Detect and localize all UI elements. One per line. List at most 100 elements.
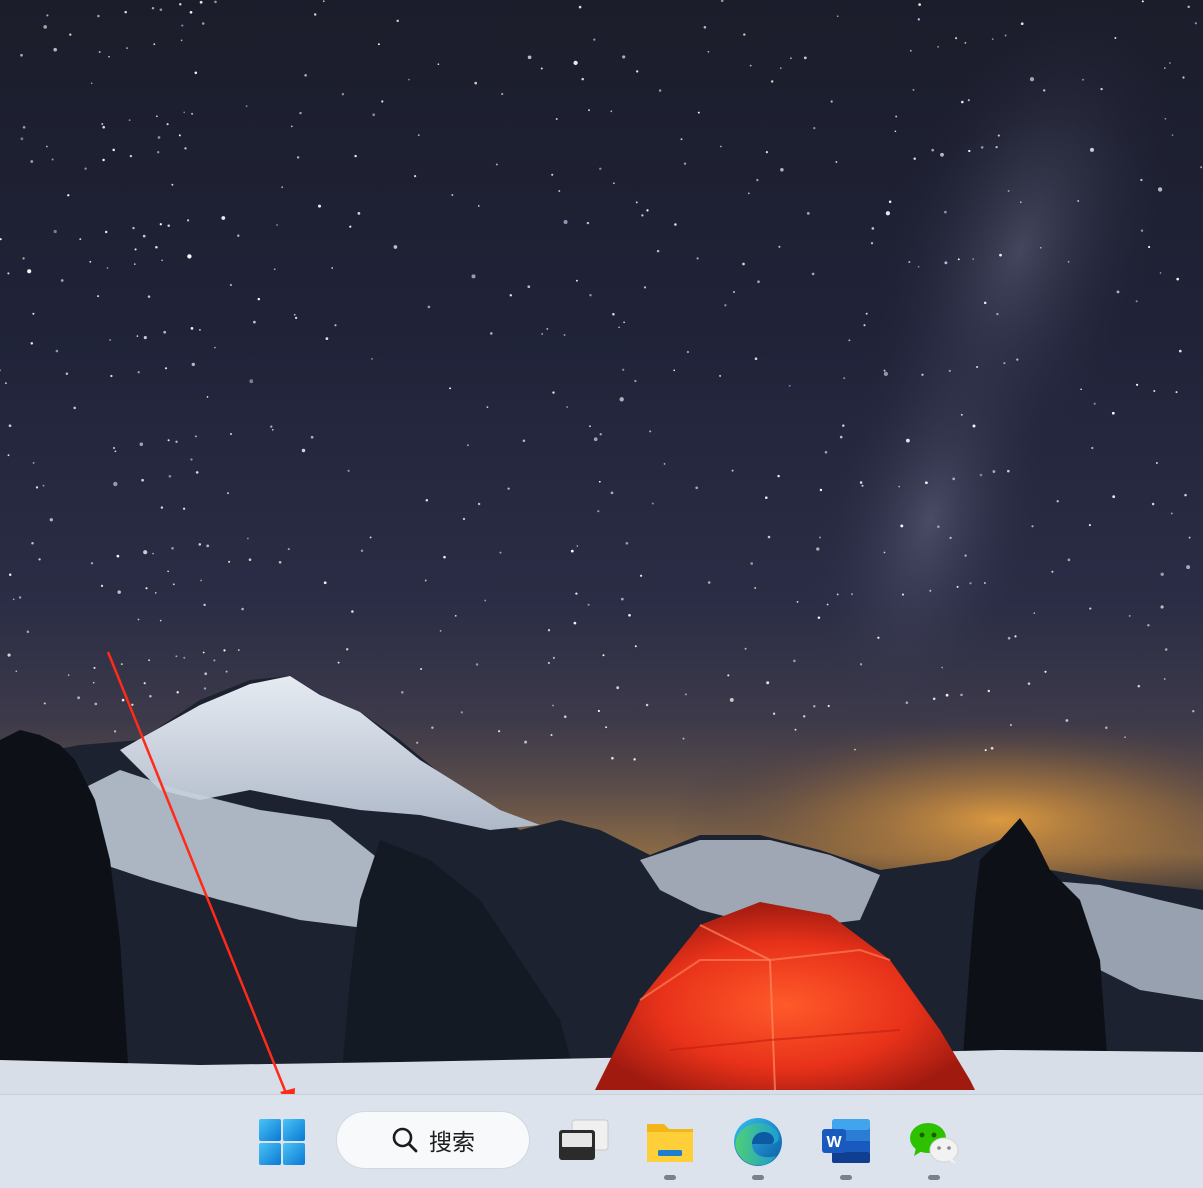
search-box[interactable]: 搜索 xyxy=(336,1111,530,1169)
star xyxy=(155,246,158,249)
star xyxy=(51,158,54,161)
star xyxy=(696,257,699,260)
star xyxy=(183,111,186,114)
star xyxy=(229,283,233,287)
star xyxy=(471,274,476,279)
star xyxy=(674,223,677,226)
star xyxy=(351,610,354,613)
star xyxy=(1004,34,1007,37)
star xyxy=(633,758,636,761)
star xyxy=(183,656,186,659)
star xyxy=(877,636,880,639)
star xyxy=(475,663,479,666)
star xyxy=(956,585,959,588)
desktop-wallpaper xyxy=(0,0,1203,1094)
star xyxy=(109,339,111,341)
star xyxy=(171,183,174,186)
star xyxy=(164,367,168,370)
star xyxy=(895,115,898,118)
running-indicator xyxy=(752,1175,764,1180)
star xyxy=(960,100,964,104)
star xyxy=(287,548,290,551)
star xyxy=(276,224,278,226)
star xyxy=(191,362,196,367)
star xyxy=(870,242,874,245)
star xyxy=(46,145,48,148)
star xyxy=(206,396,209,398)
star xyxy=(766,681,770,685)
star xyxy=(360,549,364,552)
file-explorer-button[interactable] xyxy=(638,1110,702,1180)
star xyxy=(719,374,722,377)
star xyxy=(683,162,687,165)
star xyxy=(184,147,187,150)
star xyxy=(182,507,186,510)
star xyxy=(180,39,183,42)
star xyxy=(8,424,12,428)
star xyxy=(102,158,105,162)
star xyxy=(563,220,568,224)
star xyxy=(1187,5,1190,9)
star xyxy=(779,67,782,70)
star xyxy=(30,160,34,163)
star xyxy=(102,125,105,129)
star xyxy=(509,294,513,297)
star xyxy=(113,481,118,487)
star xyxy=(32,312,35,315)
star xyxy=(32,461,35,464)
star xyxy=(187,219,190,222)
star xyxy=(835,160,838,164)
star xyxy=(996,312,999,316)
star xyxy=(159,8,163,12)
star xyxy=(12,598,15,601)
task-view-button[interactable] xyxy=(550,1110,614,1174)
star xyxy=(354,154,357,158)
star xyxy=(214,0,217,4)
star xyxy=(1140,229,1144,232)
star xyxy=(1182,76,1185,79)
star xyxy=(931,148,935,152)
star xyxy=(201,22,205,25)
star xyxy=(757,280,760,284)
star xyxy=(139,442,144,446)
star xyxy=(995,145,998,149)
star xyxy=(129,154,133,158)
star xyxy=(293,313,296,316)
folder-icon xyxy=(647,1124,693,1162)
star xyxy=(223,649,226,652)
star xyxy=(187,254,192,259)
star xyxy=(925,481,928,485)
star xyxy=(883,369,886,372)
star xyxy=(1188,536,1191,539)
star xyxy=(955,37,958,40)
star xyxy=(60,279,64,282)
star xyxy=(171,547,174,550)
star xyxy=(695,486,699,490)
star xyxy=(257,297,261,301)
edge-button[interactable] xyxy=(726,1110,790,1180)
star xyxy=(194,435,197,438)
star xyxy=(1171,134,1174,136)
star xyxy=(278,560,282,564)
star xyxy=(969,582,972,585)
star xyxy=(1067,558,1071,562)
star xyxy=(848,339,851,342)
start-button[interactable] xyxy=(250,1110,314,1174)
star xyxy=(613,182,615,185)
wechat-button[interactable] xyxy=(902,1110,966,1180)
star xyxy=(598,480,601,483)
star xyxy=(1137,684,1141,688)
star xyxy=(124,10,127,14)
star xyxy=(271,428,274,431)
star xyxy=(431,726,434,729)
star xyxy=(159,223,162,226)
star xyxy=(1039,246,1042,249)
star xyxy=(720,0,724,2)
star xyxy=(126,47,128,50)
running-indicator xyxy=(840,1175,852,1180)
star xyxy=(610,491,614,495)
star xyxy=(552,656,556,660)
star xyxy=(944,261,948,265)
star xyxy=(241,607,244,611)
word-button[interactable]: W xyxy=(814,1110,878,1180)
